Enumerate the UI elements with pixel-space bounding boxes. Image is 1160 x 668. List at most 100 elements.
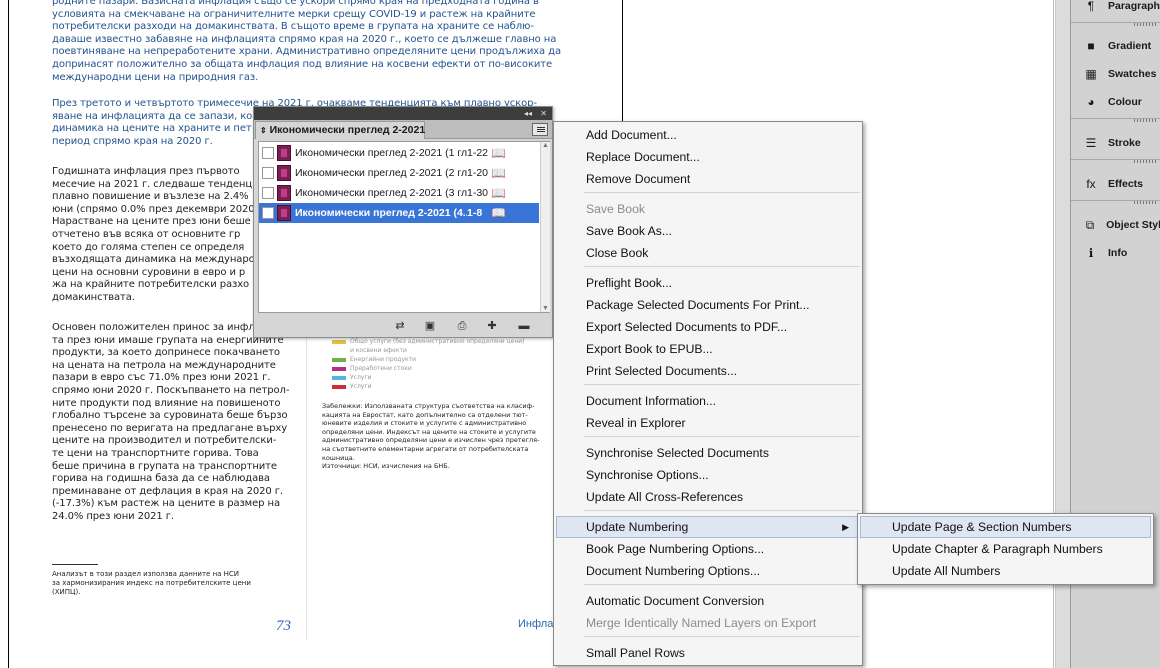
page-left-edge	[8, 0, 9, 668]
document-name: Икономически преглед 2-2021 (1 гла...	[295, 147, 467, 159]
legend-label: Услуги	[350, 383, 372, 390]
text-line: плавно повишение и възлезе на 2.4%	[52, 191, 249, 203]
text-line: което до голяма степен се определя	[52, 241, 245, 253]
menu-item-label: Remove Document	[586, 172, 691, 186]
tab-book[interactable]: ⇕ Икономически преглед 2-2021	[255, 121, 425, 139]
panel-item-label: Effects	[1108, 178, 1144, 190]
menu-separator	[584, 510, 860, 511]
document-checkbox[interactable]	[262, 207, 274, 219]
book-panel-titlebar[interactable]: ◂◂ ✕	[254, 107, 552, 120]
text-line: продукти, за което допринесе покачването	[52, 347, 280, 359]
panel-group-grip[interactable]	[1134, 119, 1158, 122]
legend-swatch	[332, 339, 346, 344]
menu-item-synchronise-selected-documents[interactable]: Synchronise Selected Documents	[556, 442, 860, 464]
text-line: цени на основни суровини в евро и р	[52, 266, 246, 278]
menu-item-save-book-as[interactable]: Save Book As...	[556, 220, 860, 242]
document-checkbox[interactable]	[262, 147, 274, 159]
text-line: преминаване от дефлация в края на 2020 г…	[52, 485, 283, 497]
panel-item-effects[interactable]: fx Effects	[1071, 171, 1160, 197]
legend-label: Услуги	[350, 374, 372, 381]
footnote-line: (ХИПЦ).	[52, 588, 81, 596]
panel-group-grip[interactable]	[1134, 201, 1158, 204]
scroll-down-icon[interactable]: ▼	[542, 305, 549, 312]
legend-swatch	[332, 375, 346, 380]
menu-item-label: Automatic Document Conversion	[586, 594, 765, 608]
panel-item-colour[interactable]: ◕ Colour	[1071, 89, 1160, 115]
panel-item-paragraph[interactable]: ¶ Paragraph	[1071, 0, 1160, 19]
panel-item-swatches[interactable]: ▦ Swatches	[1071, 61, 1160, 87]
book-list-scrollbar[interactable]: ▲ ▼	[540, 142, 550, 312]
collapse-panel-icon[interactable]: ◂◂	[524, 107, 532, 120]
remove-document-icon[interactable]: ▬	[516, 319, 532, 333]
book-documents-list[interactable]: Икономически преглед 2-2021 (1 гла... 1-2…	[258, 141, 550, 313]
print-book-icon[interactable]: ⎙	[454, 319, 470, 333]
book-document-row[interactable]: Икономически преглед 2-2021 (3 гла... 1-3…	[259, 183, 539, 203]
scroll-up-icon[interactable]: ▲	[542, 142, 549, 149]
menu-item-label: Update All Cross-References	[586, 490, 744, 504]
document-open-icon: 📖	[491, 186, 506, 200]
menu-item-reveal-in-explorer[interactable]: Reveal in Explorer	[556, 412, 860, 434]
text-line: пренесено по веригата на предлагане върх…	[52, 422, 288, 434]
menu-item-label: Save Book As...	[586, 224, 673, 238]
submenu-item-update-chapter-paragraph-numbers[interactable]: Update Chapter & Paragraph Numbers	[860, 538, 1151, 560]
menu-item-document-numbering-options[interactable]: Document Numbering Options...	[556, 560, 860, 582]
menu-item-label: Export Book to EPUB...	[586, 342, 713, 356]
book-document-row[interactable]: Икономически преглед 2-2021 (1 гла... 1-2…	[259, 143, 539, 163]
document-name: Икономически преглед 2-2021 (4...	[295, 207, 467, 219]
text-line: цените на производител и потребителски-	[52, 435, 277, 447]
menu-item-update-numbering[interactable]: Update Numbering ▶	[556, 516, 860, 538]
menu-item-book-page-numbering-options[interactable]: Book Page Numbering Options...	[556, 538, 860, 560]
menu-item-replace-document[interactable]: Replace Document...	[556, 146, 860, 168]
menu-item-export-selected-documents-to-pdf[interactable]: Export Selected Documents to PDF...	[556, 316, 860, 338]
note-line: определяни цени. Индексът на цените на с…	[322, 427, 536, 436]
book-title: Икономически преглед 2-2021	[269, 124, 426, 136]
synchronize-icon[interactable]: ⇄	[392, 319, 408, 333]
panel-item-label: Gradient	[1108, 40, 1152, 52]
legend-item: Общо услуги (без административно определ…	[332, 338, 525, 345]
menu-item-automatic-document-conversion[interactable]: Automatic Document Conversion	[556, 590, 860, 612]
panel-item-info[interactable]: ℹ Info	[1071, 240, 1160, 266]
object-styles-icon: ⧉	[1085, 217, 1095, 232]
document-checkbox[interactable]	[262, 167, 274, 179]
panel-menu-button[interactable]	[532, 123, 548, 136]
menu-item-preflight-book[interactable]: Preflight Book...	[556, 272, 860, 294]
menu-item-add-document[interactable]: Add Document...	[556, 124, 860, 146]
menu-item-document-information[interactable]: Document Information...	[556, 390, 860, 412]
legend-item: Енергийни продукти	[332, 356, 416, 363]
submenu-item-update-all-numbers[interactable]: Update All Numbers	[860, 560, 1151, 582]
book-panel-tabs: ⇕ Икономически преглед 2-2021	[254, 120, 552, 139]
menu-item-close-book[interactable]: Close Book	[556, 242, 860, 264]
body-column-para-1: Годишната инфлация през първото месечие н…	[52, 166, 262, 305]
book-panel-toolbar: ⇄ ▣ ⎙ ✚ ▬	[254, 315, 552, 337]
panel-group-grip[interactable]	[1134, 23, 1158, 26]
menu-item-label: Preflight Book...	[586, 276, 673, 290]
menu-item-save-book[interactable]: Save Book	[556, 198, 860, 220]
book-document-row[interactable]: Икономически преглед 2-2021 (2 гла... 1-2…	[259, 163, 539, 183]
menu-item-package-selected-documents-for-print[interactable]: Package Selected Documents For Print...	[556, 294, 860, 316]
add-document-icon[interactable]: ✚	[484, 319, 500, 333]
text-line: международни цени на природния газ.	[52, 71, 259, 83]
book-document-row[interactable]: Икономически преглед 2-2021 (4... 1-8 📖	[259, 203, 539, 223]
panel-item-gradient[interactable]: ■ Gradient	[1071, 33, 1160, 59]
document-pages: 1-8	[467, 207, 483, 219]
panel-group-grip[interactable]	[1134, 160, 1158, 163]
panel-item-label: Info	[1108, 247, 1128, 259]
text-line: на цената на петрола на международните	[52, 359, 276, 371]
document-checkbox[interactable]	[262, 187, 274, 199]
panel-item-stroke[interactable]: ☰ Stroke	[1071, 130, 1160, 156]
submenu-item-update-page-section-numbers[interactable]: Update Page & Section Numbers	[860, 516, 1151, 538]
menu-item-print-selected-documents[interactable]: Print Selected Documents...	[556, 360, 860, 382]
menu-item-small-panel-rows[interactable]: Small Panel Rows	[556, 642, 860, 664]
menu-item-label: Synchronise Selected Documents	[586, 446, 769, 460]
close-panel-icon[interactable]: ✕	[540, 107, 547, 120]
save-book-icon[interactable]: ▣	[422, 319, 438, 333]
menu-item-remove-document[interactable]: Remove Document	[556, 168, 860, 190]
menu-item-export-book-to-epub[interactable]: Export Book to EPUB...	[556, 338, 860, 360]
menu-item-synchronise-options[interactable]: Synchronise Options...	[556, 464, 860, 486]
menu-item-merge-identically-named-layers-on-export[interactable]: Merge Identically Named Layers on Export	[556, 612, 860, 634]
menu-item-update-all-cross-references[interactable]: Update All Cross-References	[556, 486, 860, 508]
panel-item-object-styl[interactable]: ⧉ Object Styl	[1071, 212, 1160, 238]
note-line: на съответните елементарни агрегати от п…	[322, 444, 529, 453]
text-line: жа на крайните потребителски разхо	[52, 279, 250, 291]
menu-item-label: Add Document...	[586, 128, 677, 142]
